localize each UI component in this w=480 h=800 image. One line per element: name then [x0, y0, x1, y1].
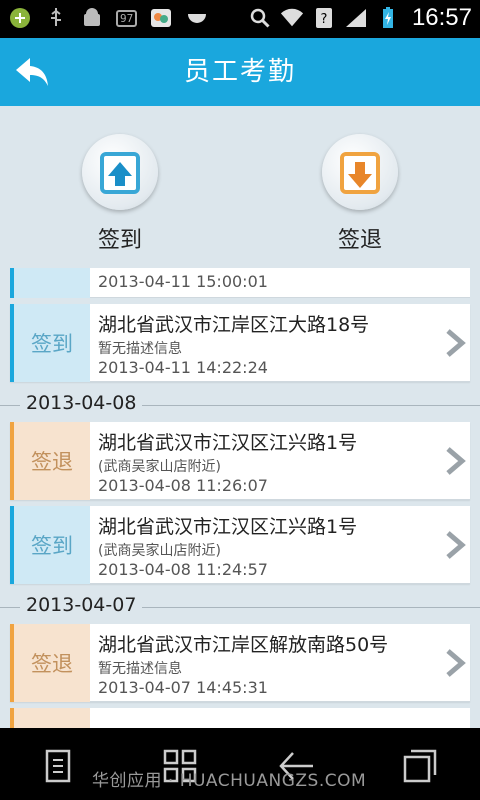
- record-time: 2013-04-08 11:24:57: [98, 560, 268, 579]
- record-time: 2013-04-11 14:22:24: [98, 358, 268, 377]
- battery-charging-icon: [376, 6, 400, 30]
- record-description: 暂无描述信息: [98, 661, 182, 677]
- chevron-right-icon: [446, 531, 466, 559]
- photo-icon: [149, 6, 173, 30]
- sign-in-button[interactable]: 签到: [75, 134, 165, 254]
- record-address: 湖北省武汉市江汉区江兴路1号: [98, 432, 358, 454]
- sign-out-icon: [340, 152, 380, 194]
- list-item[interactable]: 签到 湖北省武汉市江汉区江兴路1号 (武商吴家山店附近) 2013-04-08 …: [10, 506, 470, 584]
- menu-button[interactable]: [38, 746, 78, 786]
- android-icon: [80, 6, 104, 30]
- date-header: 2013-04-07: [20, 594, 143, 616]
- sign-out-icon-circle[interactable]: [322, 134, 398, 210]
- watermark: 华创应用 · HUACHUANGZS.COM: [92, 771, 367, 791]
- sign-out-tag: [10, 708, 90, 728]
- sign-in-tag: 签到: [10, 304, 90, 382]
- sign-in-tag: [10, 268, 90, 298]
- chevron-right-icon: [446, 649, 466, 677]
- svg-text:?: ?: [320, 12, 327, 27]
- recent-apps-icon: [403, 749, 437, 783]
- chevron-right-icon: [446, 447, 466, 475]
- sign-out-button[interactable]: 签退: [315, 134, 405, 254]
- usb-icon: [44, 6, 68, 30]
- navigation-bar: 华创应用 · HUACHUANGZS.COM: [0, 728, 480, 800]
- wifi-icon: [280, 6, 304, 30]
- sign-in-icon: [100, 152, 140, 194]
- list-item[interactable]: 签退 湖北省武汉市江汉区江兴路1号 (武商吴家山店附近) 2013-04-08 …: [10, 422, 470, 500]
- record-description: 暂无描述信息: [98, 341, 182, 357]
- sign-in-tag: 签到: [10, 506, 90, 584]
- date-separator: 2013-04-07: [0, 590, 480, 624]
- sign-out-tag: 签退: [10, 624, 90, 702]
- sign-in-label: 签到: [97, 228, 142, 253]
- list-item[interactable]: 2013-04-11 15:00:01: [10, 268, 470, 298]
- list-item[interactable]: 签到 湖北省武汉市江岸区江大路18号 暂无描述信息 2013-04-11 14:…: [10, 304, 470, 382]
- unknown-sim-icon: ?: [312, 6, 336, 30]
- sign-out-tag: 签退: [10, 422, 90, 500]
- clock: 16:57: [411, 4, 472, 31]
- recent-apps-button[interactable]: [400, 746, 440, 786]
- menu-icon: [45, 749, 71, 783]
- sign-out-label: 签退: [337, 228, 382, 253]
- sign-in-icon-circle[interactable]: [82, 134, 158, 210]
- signal-icon: [344, 6, 368, 30]
- date-separator: 2013-04-08: [0, 388, 480, 422]
- record-address: 湖北省武汉市江汉区江兴路1号: [98, 516, 358, 538]
- date-header: 2013-04-08: [20, 392, 143, 414]
- main-content: 签到 签退 2013-04-11 15:00:01 签到 湖北省武汉市江岸区江大…: [0, 106, 480, 728]
- search-icon: [248, 6, 272, 30]
- attendance-list[interactable]: 2013-04-11 15:00:01 签到 湖北省武汉市江岸区江大路18号 暂…: [0, 268, 480, 728]
- battery-badge: 97: [116, 9, 138, 27]
- title-bar: 员工考勤: [0, 38, 480, 106]
- chevron-right-icon: [446, 329, 466, 357]
- list-item[interactable]: 签退 湖北省武汉市江岸区解放南路50号 暂无描述信息 2013-04-07 14…: [10, 624, 470, 702]
- record-time: 2013-04-07 14:45:31: [98, 678, 268, 697]
- record-description: (武商吴家山店附近): [98, 459, 221, 475]
- record-description: (武商吴家山店附近): [98, 543, 221, 559]
- record-time: 2013-04-11 15:00:01: [98, 272, 268, 291]
- status-bar: 97 ? 16:57: [0, 0, 480, 38]
- record-time: 2013-04-08 11:26:07: [98, 476, 268, 495]
- list-item[interactable]: [10, 708, 470, 728]
- app-icon: [8, 6, 32, 30]
- watermelon-icon: [185, 6, 209, 30]
- record-address: 湖北省武汉市江岸区江大路18号: [98, 314, 370, 336]
- record-address: 湖北省武汉市江岸区解放南路50号: [98, 634, 389, 656]
- page-title: 员工考勤: [183, 57, 296, 87]
